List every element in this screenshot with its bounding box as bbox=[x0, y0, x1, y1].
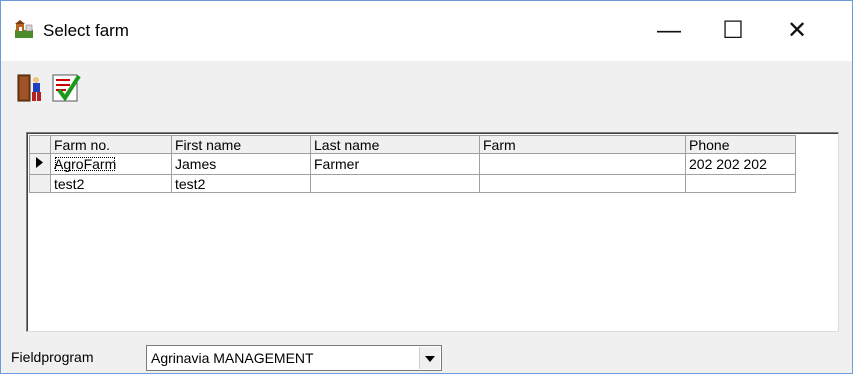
table-row[interactable]: test2 test2 bbox=[29, 174, 796, 193]
title-bar[interactable]: Select farm — ☐ ✕ bbox=[1, 1, 852, 61]
row-indicator bbox=[29, 174, 51, 193]
grid-header-row: Farm no. First name Last name Farm Phone bbox=[29, 135, 796, 154]
table-cell[interactable]: James bbox=[171, 153, 311, 175]
column-header-last-name[interactable]: Last name bbox=[310, 135, 480, 154]
dropdown-button[interactable] bbox=[419, 347, 440, 369]
table-cell[interactable]: AgroFarm bbox=[50, 153, 172, 175]
table-cell[interactable] bbox=[685, 174, 796, 193]
table-cell[interactable]: test2 bbox=[50, 174, 172, 193]
current-row-indicator-icon bbox=[29, 153, 51, 175]
exit-button[interactable] bbox=[14, 74, 47, 107]
fieldprogram-value: Agrinavia MANAGEMENT bbox=[151, 350, 314, 366]
fieldprogram-select[interactable]: Agrinavia MANAGEMENT bbox=[146, 345, 442, 371]
ok-button[interactable] bbox=[49, 74, 82, 107]
minimize-button[interactable]: — bbox=[641, 1, 697, 61]
table-cell[interactable] bbox=[310, 174, 480, 193]
table-cell[interactable]: test2 bbox=[171, 174, 311, 193]
confirm-check-icon bbox=[51, 73, 81, 108]
table-cell[interactable]: 202 202 202 bbox=[685, 153, 796, 175]
window-title: Select farm bbox=[43, 21, 129, 40]
chevron-down-icon bbox=[425, 349, 435, 367]
farm-app-icon bbox=[14, 19, 34, 39]
farm-grid[interactable]: Farm no. First name Last name Farm Phone… bbox=[26, 132, 839, 332]
column-header-phone[interactable]: Phone bbox=[685, 135, 796, 154]
close-button[interactable]: ✕ bbox=[769, 1, 825, 61]
row-indicator-header bbox=[29, 135, 51, 154]
column-header-farm[interactable]: Farm bbox=[479, 135, 686, 154]
maximize-button[interactable]: ☐ bbox=[705, 1, 761, 61]
table-cell[interactable] bbox=[479, 153, 686, 175]
table-row[interactable]: AgroFarm James Farmer 202 202 202 bbox=[29, 153, 796, 175]
column-header-first-name[interactable]: First name bbox=[171, 135, 311, 154]
table-cell[interactable] bbox=[479, 174, 686, 193]
select-farm-dialog: Select farm — ☐ ✕ Farm no. First name La… bbox=[0, 0, 853, 374]
focused-cell-text: AgroFarm bbox=[54, 156, 117, 172]
column-header-farm-no[interactable]: Farm no. bbox=[50, 135, 172, 154]
fieldprogram-label: Fieldprogram bbox=[11, 349, 94, 365]
exit-door-icon bbox=[16, 73, 46, 108]
table-cell[interactable]: Farmer bbox=[310, 153, 480, 175]
